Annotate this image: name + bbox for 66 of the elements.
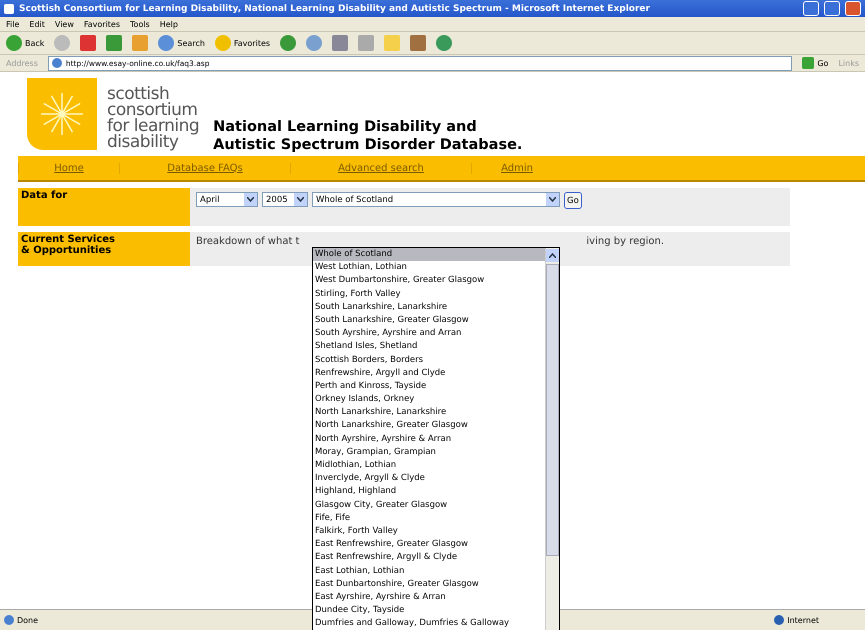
caret-icon <box>247 197 254 202</box>
menu-item[interactable]: Help <box>160 20 178 28</box>
dropdown-option[interactable]: Dumfries and Galloway, Dumfries & Galloway <box>313 617 545 630</box>
month-select[interactable]: April <box>196 192 258 207</box>
logo-text: scottish consortium for learning disability <box>107 86 200 150</box>
logo <box>27 78 97 150</box>
dropdown-option[interactable]: Orkney Islands, Orkney <box>313 393 545 406</box>
dropdown-option[interactable]: Glasgow City, Greater Glasgow <box>313 498 545 512</box>
menu-item[interactable]: Tools <box>130 20 150 28</box>
dropdown-option[interactable]: South Ayrshire, Ayrshire and Arran <box>313 327 545 340</box>
scroll-up-icon[interactable] <box>549 253 556 258</box>
back-button[interactable]: Back <box>6 35 44 51</box>
dropdown-option[interactable]: South Lanarkshire, Greater Glasgow <box>313 314 545 328</box>
favorites-button[interactable]: Favorites <box>214 35 270 51</box>
region-select[interactable]: Whole of Scotland <box>312 192 560 207</box>
row-label: Current Services & Opportunities <box>18 232 190 266</box>
dropdown-option[interactable]: West Dumbartonshire, Greater Glasgow <box>313 274 545 288</box>
dropdown-option[interactable]: Scottish Borders, Borders <box>313 354 545 367</box>
menu-item[interactable]: Favorites <box>84 20 120 28</box>
dropdown-option[interactable]: Perth and Kinross, Tayside <box>313 380 545 394</box>
window-title: Scottish Consortium for Learning Disability, National Learning Disability and Autistic Spectrum - Microsoft Internet Explorer <box>19 4 651 14</box>
description-text: Breakdown of what t <box>196 236 300 247</box>
status-text: Done <box>4 615 38 625</box>
dropdown-option[interactable]: East Ayrshire, Ayrshire & Arran <box>313 590 545 604</box>
dropdown-option[interactable]: Renfrewshire, Argyll and Clyde <box>313 366 545 380</box>
dropdown-option[interactable]: West Lothian, Lothian <box>313 261 545 274</box>
close-button[interactable] <box>845 1 861 16</box>
go-button[interactable]: Go <box>564 192 582 209</box>
caret-icon <box>297 197 304 202</box>
dropdown-option[interactable]: East Renfrewshire, Greater Glasgow <box>313 538 545 552</box>
minimize-button[interactable] <box>803 1 819 16</box>
dropdown-option[interactable]: Falkirk, Forth Valley <box>313 524 545 538</box>
nav-link[interactable]: Home <box>18 162 119 174</box>
caret-icon <box>549 197 556 202</box>
dropdown-option[interactable]: Stirling, Forth Valley <box>313 288 545 301</box>
dropdown-option[interactable]: East Dunbartonshire, Greater Glasgow <box>313 578 545 591</box>
nav-link[interactable]: Admin <box>471 162 562 174</box>
dropdown-option[interactable]: East Renfrewshire, Argyll & Clyde <box>313 551 545 564</box>
dropdown-option[interactable]: East Lothian, Lothian <box>313 564 545 578</box>
dropdown-option[interactable]: Moray, Grampian, Grampian <box>313 446 545 459</box>
dropdown-option[interactable]: Midlothian, Lothian <box>313 459 545 472</box>
dropdown-option[interactable]: Whole of Scotland <box>313 248 545 262</box>
menu-item[interactable]: View <box>54 20 74 28</box>
go-button[interactable]: Go <box>802 57 828 69</box>
address-label: Address <box>6 58 38 68</box>
dropdown-option[interactable]: Highland, Highland <box>313 485 545 499</box>
menu-item[interactable]: File <box>6 20 20 28</box>
search-button[interactable]: Search <box>158 35 205 51</box>
row-label: Data for <box>18 188 190 226</box>
scrollbar[interactable] <box>545 248 559 630</box>
maximize-button[interactable] <box>824 1 840 16</box>
zone-indicator: Internet <box>774 615 819 625</box>
menu-item[interactable]: Edit <box>29 20 45 28</box>
dropdown-option[interactable]: Inverclyde, Argyll & Clyde <box>313 472 545 486</box>
dropdown-option[interactable]: North Ayrshire, Ayrshire & Arran <box>313 432 545 446</box>
dropdown-option[interactable]: North Lanarkshire, Lanarkshire <box>313 406 545 420</box>
dropdown-option[interactable]: South Lanarkshire, Lanarkshire <box>313 300 545 314</box>
nav-link[interactable]: Advanced search <box>290 162 471 174</box>
year-select[interactable]: 2005 <box>262 192 308 207</box>
page-heading: National Learning Disability and Autistic Spectrum Disorder Database. <box>213 118 522 154</box>
dropdown-option[interactable]: Fife, Fife <box>313 512 545 525</box>
dropdown-option[interactable]: Dundee City, Tayside <box>313 604 545 618</box>
dropdown-option[interactable]: Shetland Isles, Shetland <box>313 340 545 354</box>
dropdown-option[interactable]: North Lanarkshire, Greater Glasgow <box>313 419 545 433</box>
nav-link[interactable]: Database FAQs <box>119 162 290 174</box>
description-text: iving by region. <box>586 236 664 247</box>
